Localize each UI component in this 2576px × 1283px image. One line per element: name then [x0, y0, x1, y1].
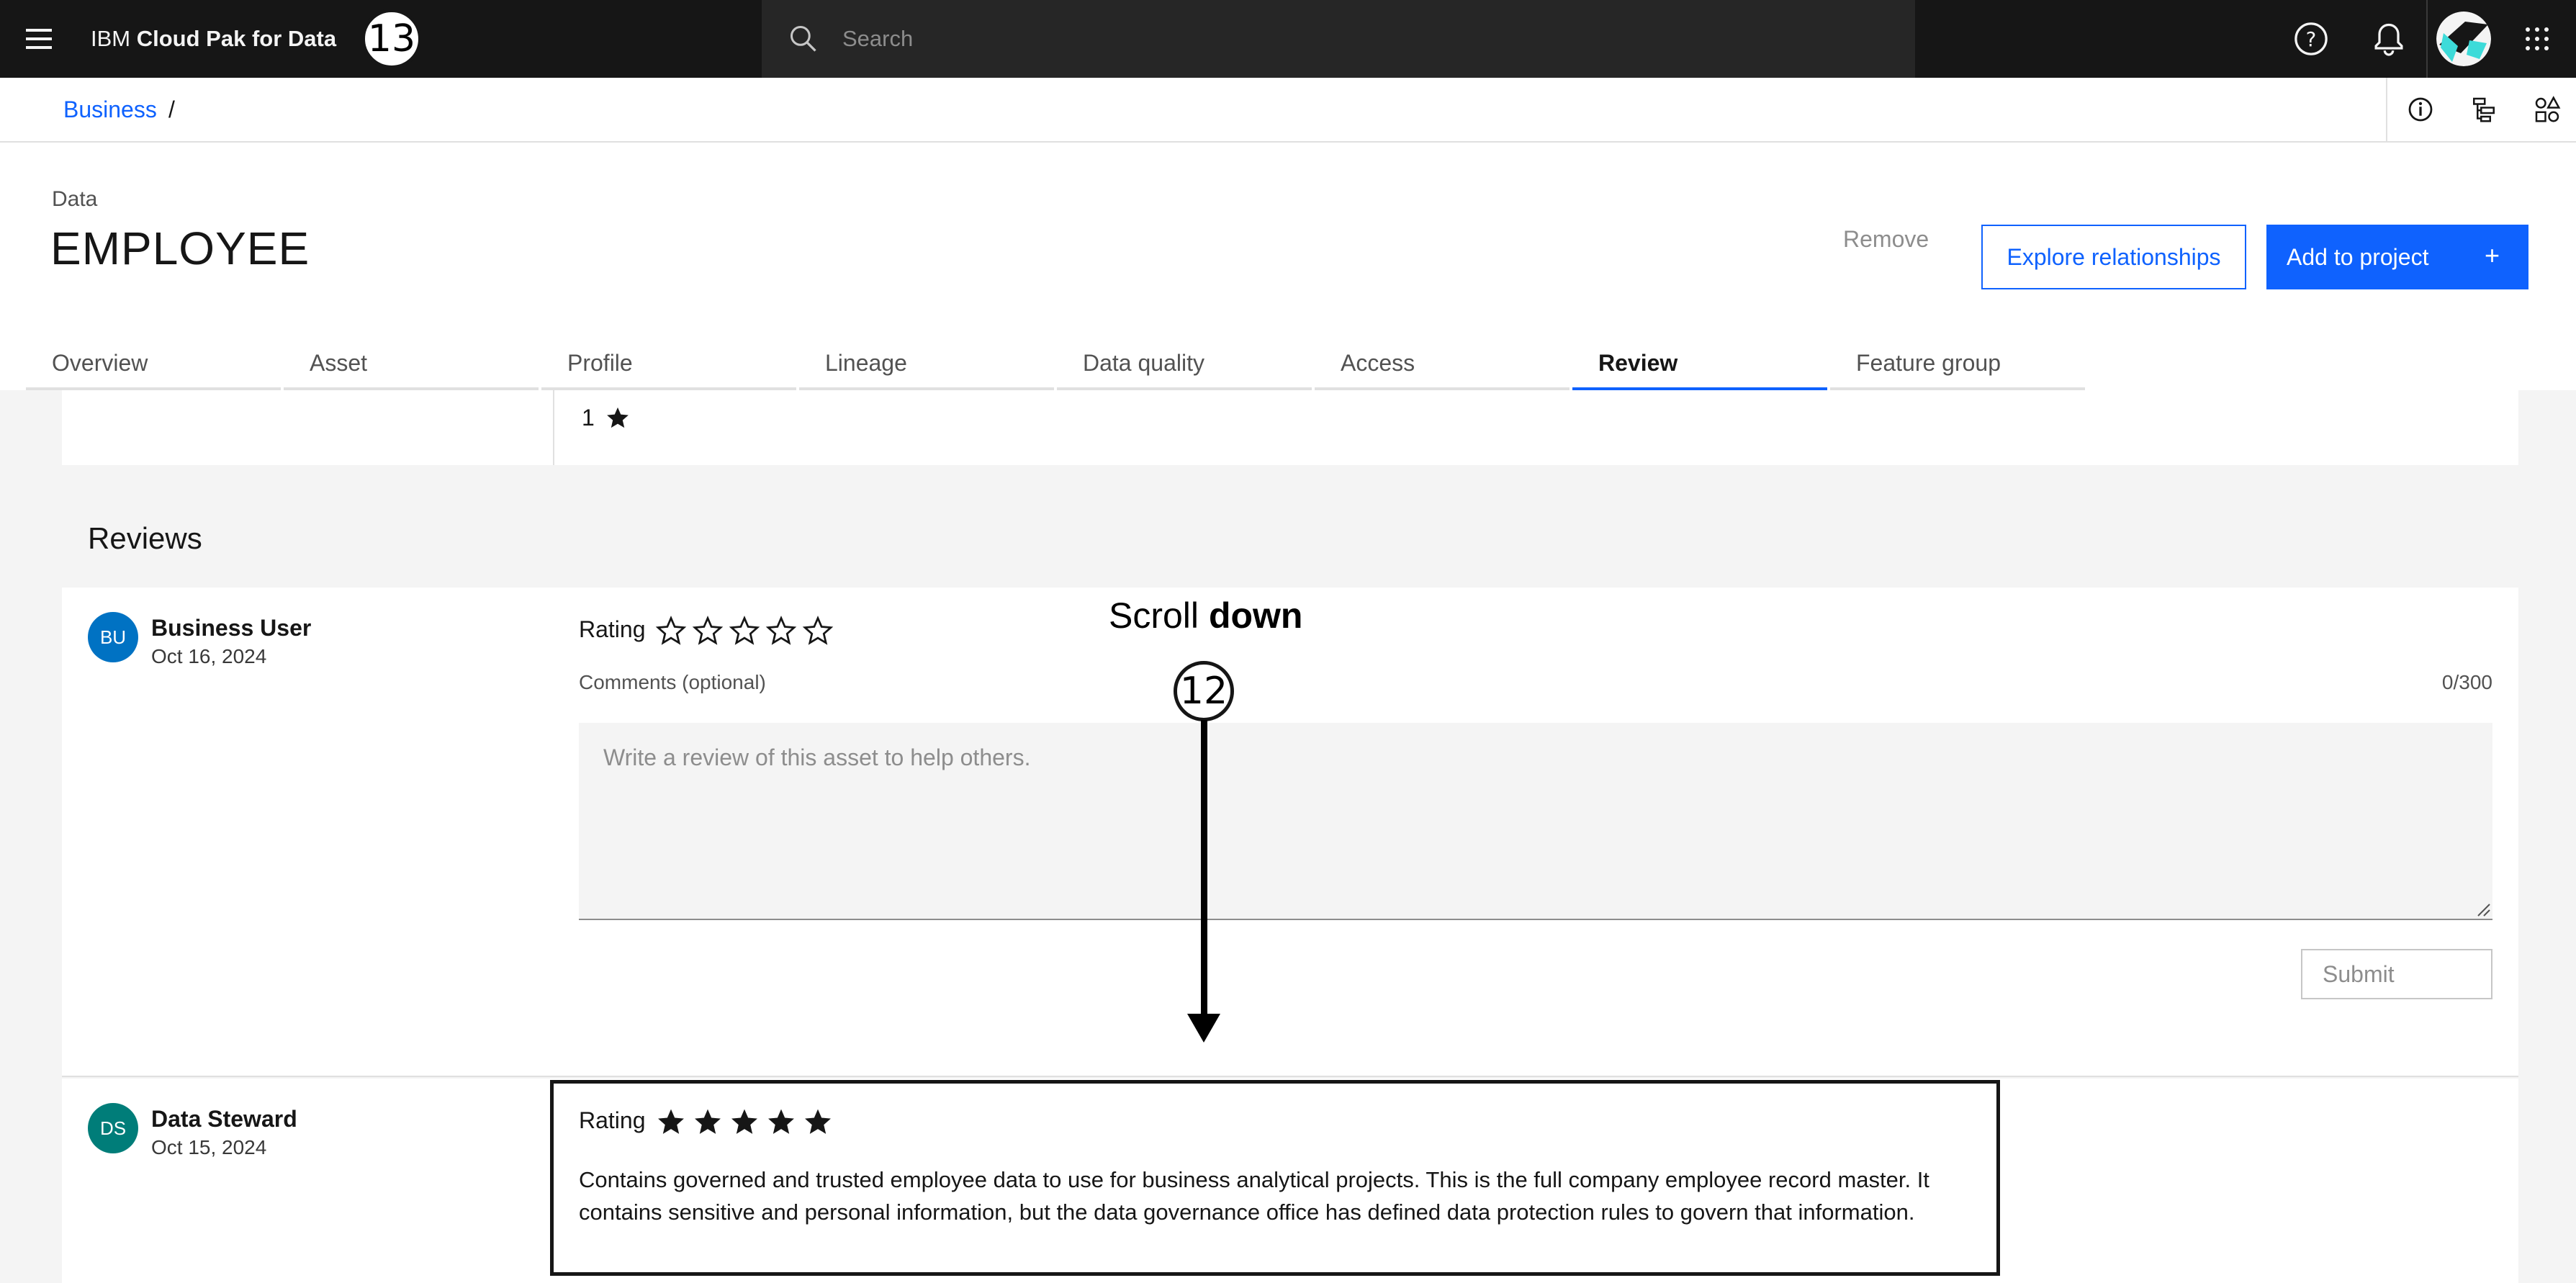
avatar: DS — [88, 1103, 138, 1153]
page-title: EMPLOYEE — [50, 222, 310, 274]
star-filled-icon — [731, 1109, 757, 1134]
explore-relationships-button[interactable]: Explore relationships — [1981, 225, 2246, 289]
character-counter: 0/300 — [2441, 671, 2492, 693]
review-date: Oct 15, 2024 — [151, 1136, 267, 1158]
add-to-project-button[interactable]: Add to project + — [2266, 225, 2528, 289]
star-filled-icon — [658, 1109, 684, 1134]
star-filled-icon — [606, 407, 629, 428]
help-icon[interactable]: ? — [2292, 20, 2330, 58]
tab-profile[interactable]: Profile — [541, 346, 796, 390]
rating-label: Rating — [579, 616, 646, 642]
review-date: Oct 16, 2024 — [151, 645, 267, 667]
reviews-heading: Reviews — [88, 521, 202, 555]
add-to-project-label: Add to project — [2287, 243, 2429, 270]
notification-bell-icon[interactable] — [2370, 20, 2408, 58]
star-outline-icon[interactable] — [692, 615, 724, 647]
tab-lineage[interactable]: Lineage — [799, 346, 1054, 390]
app-switcher-icon[interactable] — [2524, 26, 2550, 52]
rating-summary-row: 1 — [62, 390, 2518, 465]
step-badge-12: 12 — [1174, 661, 1234, 721]
asset-type-label: Data — [52, 187, 98, 211]
info-icon[interactable] — [2406, 95, 2435, 124]
tab-data-quality[interactable]: Data quality — [1057, 346, 1312, 390]
rating-input — [655, 615, 839, 647]
reviewer-name: Business User — [151, 615, 312, 641]
reviewer-name: Data Steward — [151, 1106, 297, 1132]
existing-review-card: DS Data Steward Oct 15, 2024 Rating Cont… — [62, 1079, 2518, 1283]
summary-divider — [553, 390, 554, 465]
star-filled-icon — [768, 1109, 794, 1134]
remove-button[interactable]: Remove — [1843, 226, 1929, 253]
tab-access[interactable]: Access — [1315, 346, 1570, 390]
tab-overview[interactable]: Overview — [26, 346, 281, 390]
review-comment-input[interactable] — [579, 723, 2492, 920]
resize-handle-icon[interactable] — [2475, 901, 2491, 917]
svg-text:?: ? — [2306, 27, 2317, 51]
star-filled-icon — [695, 1109, 721, 1134]
menu-icon[interactable] — [24, 24, 53, 53]
star-outline-icon[interactable] — [729, 615, 760, 647]
comments-label: Comments (optional) — [579, 671, 766, 693]
avatar: BU — [88, 612, 138, 662]
header-divider — [2426, 0, 2428, 78]
breadcrumb-link-business[interactable]: Business — [63, 96, 157, 123]
star-outline-icon[interactable] — [802, 615, 834, 647]
star-outline-icon[interactable] — [655, 615, 687, 647]
plus-icon: + — [2484, 240, 2500, 270]
search-icon[interactable] — [788, 23, 819, 55]
rating-summary-value: 1 — [582, 405, 630, 431]
scroll-arrow — [1201, 720, 1207, 1015]
asset-header: Data EMPLOYEE Remove Explore relationshi… — [0, 143, 2576, 390]
lineage-tree-icon[interactable] — [2469, 95, 2498, 124]
step-badge-13: 13 — [361, 9, 422, 69]
scroll-instruction: Scroll down — [1109, 595, 1303, 636]
new-review-card: BU Business User Oct 16, 2024 Rating Com… — [62, 588, 2518, 1077]
tab-review[interactable]: Review — [1572, 346, 1827, 390]
submit-button[interactable]: Submit — [2301, 949, 2492, 999]
search-input[interactable] — [842, 22, 1850, 56]
star-outline-icon[interactable] — [765, 615, 797, 647]
user-avatar[interactable] — [2436, 12, 2491, 66]
arrow-head-icon — [1187, 1014, 1220, 1043]
tab-feature-group[interactable]: Feature group — [1830, 346, 2085, 390]
tab-asset[interactable]: Asset — [284, 346, 539, 390]
star-filled-icon — [805, 1109, 831, 1134]
breadcrumb: Business / — [0, 78, 2576, 143]
review-text: Contains governed and trusted employee d… — [579, 1167, 1929, 1225]
breadcrumb-divider — [2386, 78, 2387, 143]
product-name[interactable]: IBM Cloud Pak for Data — [91, 26, 336, 52]
global-search — [762, 0, 1915, 78]
breadcrumb-separator: / — [168, 96, 175, 122]
rating-label: Rating — [579, 1107, 646, 1133]
shapes-icon[interactable] — [2533, 95, 2562, 124]
rating-display — [655, 1106, 839, 1138]
